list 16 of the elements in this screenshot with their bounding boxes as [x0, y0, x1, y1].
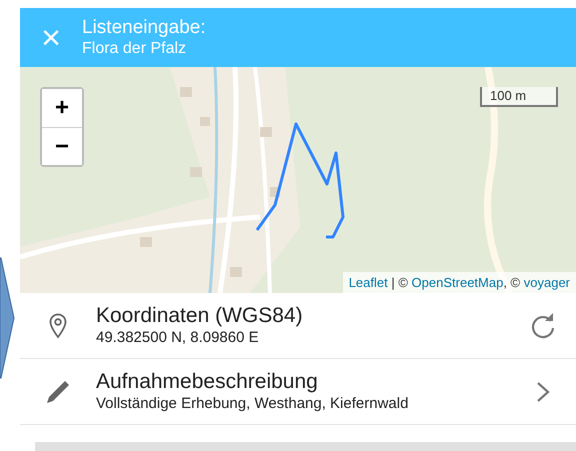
map-attribution: Leaflet | © OpenStreetMap, © voyager: [342, 272, 576, 293]
attribution-link[interactable]: OpenStreetMap: [412, 274, 504, 290]
refresh-icon[interactable]: [529, 312, 557, 340]
header-subtitle: Flora der Pfalz: [82, 39, 188, 58]
row-value: Vollständige Erhebung, Westhang, Kiefernwald: [96, 394, 410, 413]
row-title: Koordinaten (WGS84): [96, 304, 304, 328]
attribution-link[interactable]: voyager: [524, 274, 570, 290]
header-title: Listeneingabe:: [82, 17, 206, 39]
chevron-right-icon[interactable]: [536, 380, 550, 402]
scale-bar: 100 m: [480, 87, 558, 107]
zoom-out-button[interactable]: −: [42, 127, 82, 165]
row-title: Aufnahmebeschreibung: [96, 370, 319, 394]
attribution-link[interactable]: Leaflet: [348, 274, 388, 290]
row-value: 49.382500 N, 8.09860 E: [96, 328, 260, 347]
location-pin-icon: [49, 312, 67, 338]
pencil-icon: [45, 378, 71, 404]
